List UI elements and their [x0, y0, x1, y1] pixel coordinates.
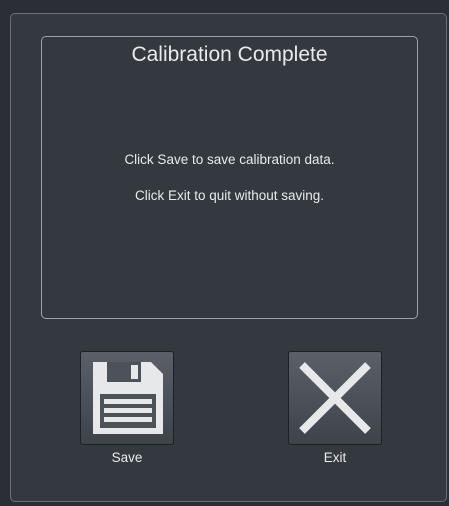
exit-button[interactable] [288, 351, 382, 445]
calibration-dialog: Calibration Complete Click Save to save … [10, 13, 447, 502]
save-button-label: Save [111, 450, 143, 465]
exit-button-label: Exit [323, 450, 347, 465]
dialog-title: Calibration Complete [131, 43, 328, 66]
window-frame: Calibration Complete Click Save to save … [0, 0, 449, 506]
exit-instruction-text: Click Exit to quit without saving. [134, 188, 325, 203]
save-button[interactable] [80, 351, 174, 445]
close-x-icon [299, 362, 371, 434]
floppy-disk-icon [93, 362, 163, 434]
save-instruction-text: Click Save to save calibration data. [124, 152, 335, 167]
message-panel: Calibration Complete Click Save to save … [41, 36, 418, 319]
